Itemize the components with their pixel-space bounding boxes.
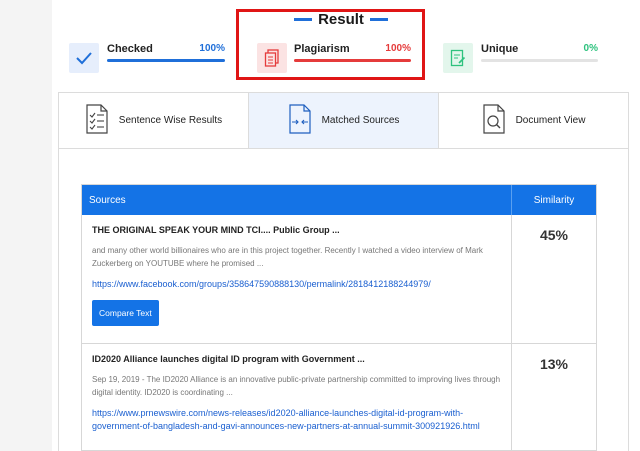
header-sources: Sources (82, 185, 512, 215)
table-row: ID2020 Alliance launches digital ID prog… (82, 344, 596, 450)
source-title: ID2020 Alliance launches digital ID prog… (92, 354, 365, 364)
tab-label: Document View (515, 115, 586, 126)
sources-table: Sources Similarity THE ORIGINAL SPEAK YO… (81, 184, 597, 451)
stat-percent: 0% (583, 43, 598, 54)
tab-matched-sources[interactable]: Matched Sources (249, 93, 439, 148)
source-cell: THE ORIGINAL SPEAK YOUR MIND TCI.... Pub… (82, 215, 512, 343)
compare-text-button[interactable]: Compare Text (92, 300, 159, 326)
stat-checked: Checked 100% (69, 40, 225, 74)
stat-label: Unique (481, 43, 519, 55)
magnifier-document-icon (482, 104, 506, 137)
stat-percent: 100% (199, 43, 225, 54)
table-row: THE ORIGINAL SPEAK YOUR MIND TCI.... Pub… (82, 215, 596, 344)
similarity-value: 45% (539, 227, 569, 243)
tab-sentence-wise-results[interactable]: Sentence Wise Results (59, 93, 249, 148)
stat-progress-fill (107, 59, 225, 62)
source-description: Sep 19, 2019 - The ID2020 Alliance is an… (92, 375, 501, 397)
stat-progress-bar (107, 59, 225, 62)
result-tabs: Sentence Wise Results Matched Sources Do… (58, 92, 629, 149)
header-similarity: Similarity (533, 194, 575, 206)
document-pen-icon (443, 43, 473, 73)
source-link[interactable]: https://www.facebook.com/groups/35864759… (92, 278, 501, 291)
tab-label: Matched Sources (321, 115, 400, 126)
source-cell: ID2020 Alliance launches digital ID prog… (82, 344, 512, 450)
highlight-box (236, 9, 425, 80)
stat-unique: Unique 0% (443, 40, 598, 74)
source-link[interactable]: https://www.prnewswire.com/news-releases… (92, 407, 501, 433)
arrows-document-icon (288, 104, 312, 137)
tab-label: Sentence Wise Results (118, 115, 223, 126)
table-header: Sources Similarity (82, 185, 596, 215)
source-title: THE ORIGINAL SPEAK YOUR MIND TCI.... Pub… (92, 225, 340, 235)
tab-document-view[interactable]: Document View (439, 93, 628, 148)
stat-progress-bar (481, 59, 598, 62)
source-description: and many other world billionaires who ar… (92, 246, 483, 268)
checklist-document-icon (85, 104, 109, 137)
checkmark-icon (69, 43, 99, 73)
similarity-value: 13% (539, 356, 569, 372)
stat-label: Checked (107, 43, 153, 55)
